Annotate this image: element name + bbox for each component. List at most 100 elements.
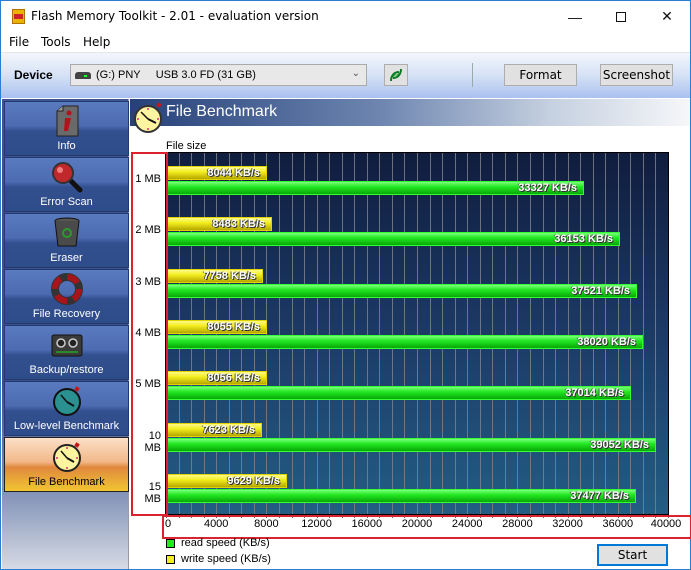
sidebar: Info Error Scan Eraser File Recovery Bac… (2, 99, 129, 569)
sidebar-item-low-level-benchmark[interactable]: Low-level Benchmark (4, 381, 129, 436)
info-icon (56, 105, 78, 137)
grid-line (605, 153, 606, 514)
refresh-icon (390, 68, 402, 82)
sidebar-item-info[interactable]: Info (4, 101, 129, 156)
trash-icon (54, 217, 79, 247)
write-speed-label: 7758 KB/s (203, 269, 256, 282)
read-speed-label: 39052 KB/s (590, 438, 649, 451)
grid-line (317, 153, 318, 514)
stopwatch-icon (134, 102, 162, 133)
read-speed-bar: 37477 KB/s (166, 488, 636, 503)
window-title: Flash Memory Toolkit - 2.01 - evaluation… (31, 9, 319, 23)
menu-tools[interactable]: Tools (41, 35, 71, 49)
close-icon: ✕ (661, 8, 673, 24)
toolbar-separator (472, 63, 473, 87)
write-speed-label: 8483 KB/s (212, 218, 265, 231)
write-speed-label: 7623 KB/s (202, 423, 255, 436)
magnifier-icon (51, 162, 82, 193)
write-speed-label: 8056 KB/s (207, 372, 260, 385)
read-speed-bar: 33327 KB/s (166, 181, 584, 195)
write-speed-label: 8044 KB/s (207, 167, 260, 179)
refresh-button[interactable] (384, 64, 408, 86)
menu-help[interactable]: Help (83, 35, 110, 49)
sidebar-item-file-recovery[interactable]: File Recovery (4, 269, 129, 324)
grid-line (655, 153, 656, 514)
close-button[interactable]: ✕ (644, 1, 690, 32)
app-window: Flash Memory Toolkit - 2.01 - evaluation… (0, 0, 691, 570)
grid-line (367, 153, 368, 514)
legend-read-swatch (166, 539, 175, 548)
grid-line (543, 153, 544, 514)
cassette-icon (51, 334, 82, 357)
sidebar-item-error-scan[interactable]: Error Scan (4, 157, 129, 212)
sidebar-item-label: Low-level Benchmark (13, 420, 120, 432)
grid-line (417, 153, 418, 514)
toolbar: Device (G:) PNY USB 3.0 FD (31 GB) ⌄ For… (1, 52, 690, 98)
sidebar-item-label: Backup/restore (29, 364, 104, 376)
read-speed-label: 37521 KB/s (571, 284, 630, 297)
grid-line (304, 153, 305, 514)
device-dropdown[interactable]: (G:) PNY USB 3.0 FD (31 GB) ⌄ (70, 64, 367, 86)
grid-line (442, 153, 443, 514)
usb-drive-icon (75, 72, 91, 79)
app-logo-icon (12, 9, 25, 24)
write-speed-bar: 9629 KB/s (166, 473, 287, 488)
device-label: Device (14, 68, 53, 82)
minimize-icon: — (568, 8, 582, 25)
sidebar-item-label: File Recovery (32, 308, 101, 320)
menu-file[interactable]: File (9, 35, 29, 49)
read-speed-label: 38020 KB/s (577, 335, 636, 348)
screenshot-button[interactable]: Screenshot (600, 64, 673, 86)
grid-line (455, 153, 456, 514)
grid-line (643, 153, 644, 514)
write-speed-bar: 8056 KB/s (166, 371, 267, 386)
lifebuoy-icon (50, 273, 83, 305)
stopwatch-icon (52, 386, 81, 416)
menu-bar: File Tools Help (1, 32, 690, 52)
grid-line (568, 153, 569, 514)
grid-line (618, 153, 619, 514)
format-button[interactable]: Format (504, 64, 577, 86)
write-speed-bar: 7623 KB/s (166, 422, 262, 437)
minimize-button[interactable]: — (552, 1, 598, 32)
read-speed-label: 37014 KB/s (565, 387, 624, 400)
write-speed-bar: 7758 KB/s (166, 268, 263, 283)
grid-line (342, 153, 343, 514)
write-speed-label: 8055 KB/s (207, 320, 260, 333)
write-speed-bar: 8055 KB/s (166, 319, 267, 334)
write-speed-bar: 8483 KB/s (166, 217, 272, 232)
read-speed-bar: 36153 KB/s (166, 232, 620, 247)
highlight-box-y-axis (131, 152, 168, 516)
grid-line (430, 153, 431, 514)
grid-line (354, 153, 355, 514)
chevron-down-icon: ⌄ (351, 68, 360, 79)
grid-line (392, 153, 393, 514)
grid-line (404, 153, 405, 514)
grid-line (379, 153, 380, 514)
grid-line (593, 153, 594, 514)
read-speed-label: 37477 KB/s (570, 489, 629, 502)
write-speed-label: 9629 KB/s (227, 474, 280, 487)
read-speed-bar: 38020 KB/s (166, 334, 643, 349)
maximize-icon (616, 11, 626, 22)
sidebar-item-eraser[interactable]: Eraser (4, 213, 129, 268)
read-speed-label: 36153 KB/s (554, 233, 613, 246)
grid-line (480, 153, 481, 514)
read-speed-label: 33327 KB/s (518, 182, 577, 194)
sidebar-item-label: Error Scan (40, 196, 93, 208)
sidebar-item-backup-restore[interactable]: Backup/restore (4, 325, 129, 380)
sidebar-item-label: Eraser (50, 252, 83, 264)
y-axis-title: File size (166, 140, 207, 152)
grid-line (580, 153, 581, 514)
grid-line (517, 153, 518, 514)
highlight-box-x-axis (162, 515, 691, 539)
grid-line (292, 153, 293, 514)
grid-line (555, 153, 556, 514)
read-speed-bar: 37521 KB/s (166, 283, 637, 298)
sidebar-item-file-benchmark[interactable]: File Benchmark (4, 437, 129, 492)
start-button[interactable]: Start (597, 544, 668, 566)
title-bar: Flash Memory Toolkit - 2.01 - evaluation… (1, 1, 690, 32)
legend-read-label: read speed (KB/s) (181, 537, 270, 549)
maximize-button[interactable] (598, 1, 644, 32)
grid-line (492, 153, 493, 514)
